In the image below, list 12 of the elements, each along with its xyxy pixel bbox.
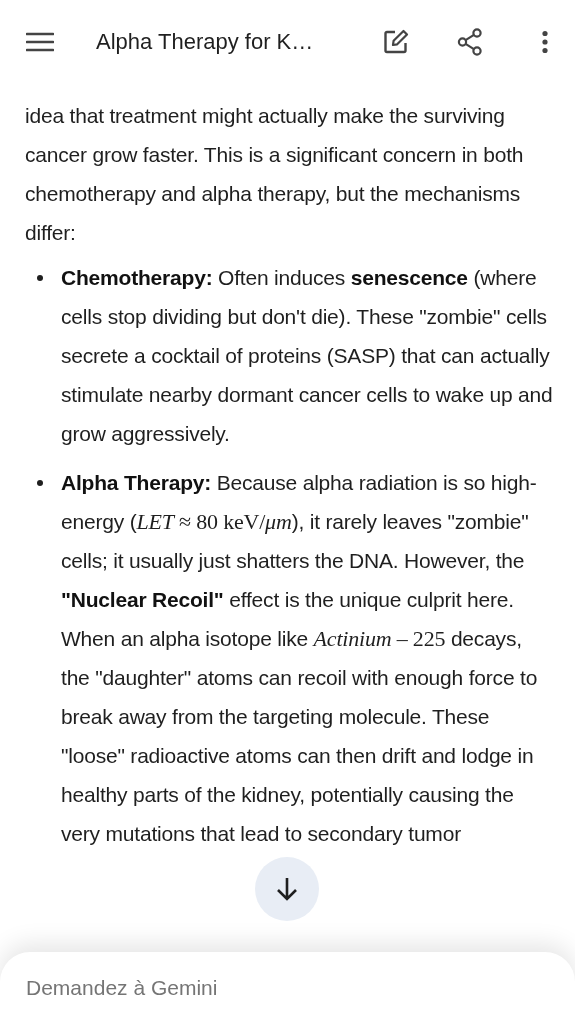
prompt-field[interactable]: Demandez à Gemini (26, 970, 549, 1006)
paragraph: idea that treatment might actually make the surviving cancer grow faster. This is a significant concern in both chemotherapy and alpha therapy, but the mechanisms differ: (25, 103, 525, 246)
more-icon (541, 30, 549, 54)
edit-icon (383, 29, 409, 55)
bullet-icon (37, 275, 43, 281)
bullet-icon (37, 480, 43, 486)
chat-title: Alpha Therapy for K… (96, 29, 315, 55)
bullet-text: Alpha Therapy: Because alpha radiation is so high-energy (LET ≈ 80 keV/μm), it rarely leaves "zombie" cells; it usually just shatters the DNA. However, the "Nuclear Recoil" effect is the unique culprit here. When an alpha isotope like Actinium – 225 decays, the "daughter" atoms can recoil with enough force to break away from the targeting molecule. These "loose" radioactive atoms can then drift and lodge in healthy parts of the kidney, potentially causing the very mutations that lead to secondary tumor (61, 470, 539, 847)
bullet-text: Chemotherapy: Often induces senescence (where cells stop dividing but don't die). These "zombie" cells secrete a cocktail of proteins (SASP) that can actually stimulate nearby dormant cancer cells to wake up and grow aggressively. (61, 265, 553, 447)
arrow-down-icon (276, 876, 298, 902)
share-icon (457, 28, 483, 56)
menu-icon (26, 32, 54, 52)
